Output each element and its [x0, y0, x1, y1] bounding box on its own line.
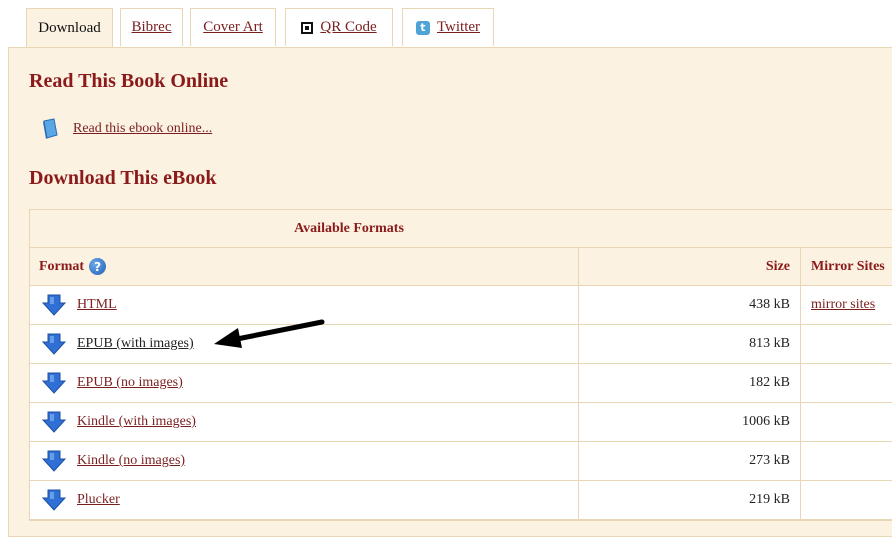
tab-download[interactable]: Download: [26, 8, 113, 48]
mirror-cell: [801, 442, 892, 480]
mirror-sites-link[interactable]: mirror sites: [811, 297, 875, 313]
formats-table: Available Formats Format ? Size Mirror S…: [29, 209, 892, 521]
annotation-arrow: [214, 319, 325, 348]
read-online-heading: Read This Book Online: [29, 70, 229, 92]
table-row: Kindle (with images) 1006 kB: [30, 403, 892, 442]
read-online-link[interactable]: Read this ebook online...: [73, 121, 212, 137]
format-link[interactable]: Kindle (with images): [77, 414, 196, 430]
mirror-cell: [801, 481, 892, 519]
table-row: Kindle (no images) 273 kB: [30, 442, 892, 481]
download-panel: Read This Book Online Read this ebook on…: [8, 47, 892, 537]
formats-table-header: Format ? Size Mirror Sites: [30, 248, 892, 286]
mirror-cell: [801, 403, 892, 441]
qr-code-icon: [301, 21, 314, 34]
format-link[interactable]: Kindle (no images): [77, 453, 185, 469]
format-cell: Plucker: [30, 481, 579, 519]
format-link[interactable]: EPUB (no images): [77, 375, 183, 391]
format-cell: EPUB (no images): [30, 364, 579, 402]
mirror-cell: [801, 364, 892, 402]
table-row: HTML 438 kB mirror sites: [30, 286, 892, 325]
download-arrow-icon: [42, 372, 66, 394]
tab-cover-art[interactable]: Cover Art: [190, 8, 276, 46]
download-heading: Download This eBook: [29, 167, 217, 189]
header-size: Size: [579, 248, 801, 285]
header-format-label: Format: [39, 258, 85, 274]
tab-bibrec-label[interactable]: Bibrec: [132, 19, 172, 36]
size-cell: 1006 kB: [579, 403, 801, 441]
read-online-row: Read this ebook online...: [41, 118, 212, 140]
size-cell: 182 kB: [579, 364, 801, 402]
tab-qr-code-label[interactable]: QR Code: [320, 19, 376, 36]
tab-bibrec[interactable]: Bibrec: [120, 8, 183, 46]
format-cell: Kindle (with images): [30, 403, 579, 441]
format-link[interactable]: Plucker: [77, 492, 120, 508]
book-icon: [43, 118, 58, 139]
header-mirror-sites: Mirror Sites: [811, 258, 885, 274]
size-cell: 219 kB: [579, 481, 801, 519]
formats-table-caption: Available Formats: [30, 210, 892, 248]
format-link[interactable]: HTML: [77, 297, 117, 313]
tab-download-label: Download: [38, 20, 101, 36]
tab-twitter-label[interactable]: Twitter: [437, 19, 480, 36]
table-row: EPUB (with images) 813 kB: [30, 325, 892, 364]
twitter-icon: t: [415, 20, 430, 35]
tab-cover-art-label[interactable]: Cover Art: [203, 19, 263, 36]
format-cell: Kindle (no images): [30, 442, 579, 480]
tab-qr-code[interactable]: QR Code: [285, 8, 393, 46]
header-format: Format ?: [30, 248, 579, 285]
download-arrow-icon: [42, 333, 66, 355]
tab-twitter[interactable]: t Twitter: [402, 8, 494, 46]
mirror-cell: mirror sites: [801, 286, 892, 324]
mirror-cell: [801, 325, 892, 363]
formats-table-body: HTML 438 kB mirror sites EPUB (with images)…: [30, 286, 892, 520]
size-cell: 438 kB: [579, 286, 801, 324]
size-cell: 813 kB: [579, 325, 801, 363]
download-arrow-icon: [42, 489, 66, 511]
download-arrow-icon: [42, 411, 66, 433]
download-arrow-icon: [42, 294, 66, 316]
table-row: Plucker 219 kB: [30, 481, 892, 520]
format-link[interactable]: EPUB (with images): [77, 336, 194, 352]
size-cell: 273 kB: [579, 442, 801, 480]
help-icon[interactable]: ?: [89, 258, 107, 275]
table-row: EPUB (no images) 182 kB: [30, 364, 892, 403]
download-arrow-icon: [42, 450, 66, 472]
